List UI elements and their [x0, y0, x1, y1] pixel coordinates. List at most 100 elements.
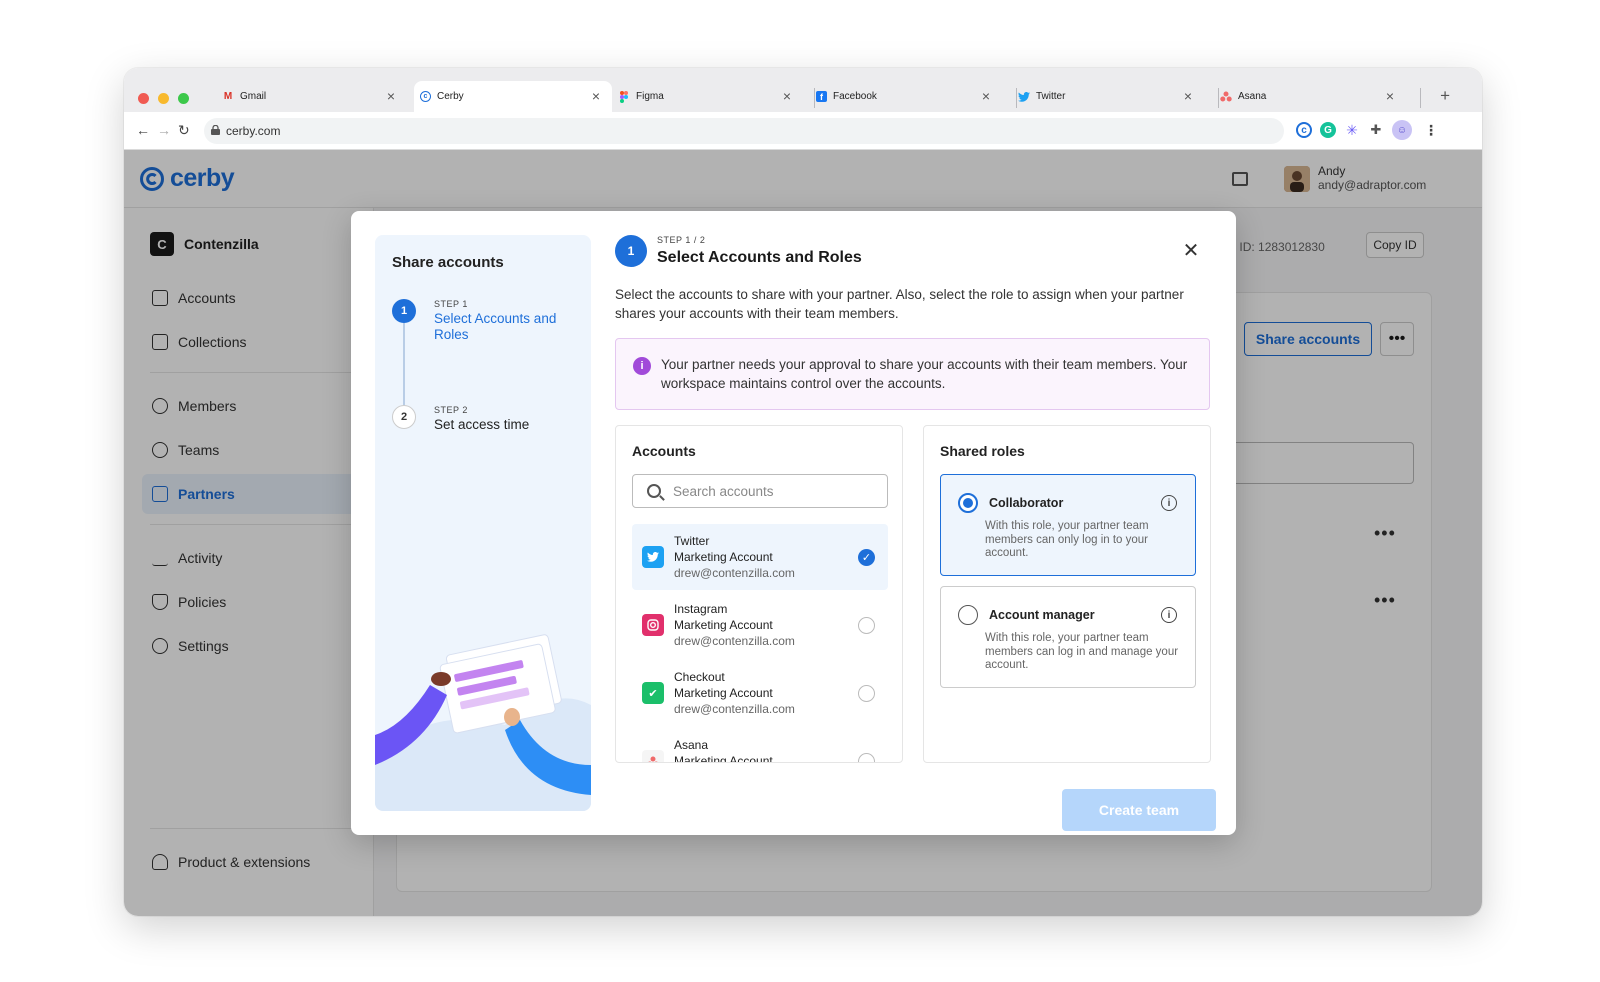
- tab-label: Figma: [636, 91, 664, 102]
- account-name: Twitter: [674, 534, 710, 548]
- role-radio[interactable]: [958, 493, 978, 513]
- account-email: drew@contenzilla.com: [674, 702, 795, 716]
- tab-cerby[interactable]: c Cerby ×: [414, 81, 612, 112]
- lock-icon: [211, 125, 220, 135]
- role-radio[interactable]: [958, 605, 978, 625]
- step-1-indicator: 1: [392, 299, 416, 323]
- tab-twitter[interactable]: Twitter ×: [1018, 81, 1204, 112]
- role-card-collaborator[interactable]: Collaborator i With this role, your part…: [940, 474, 1196, 576]
- share-accounts-modal: Share accounts 1 STEP 1 Select Accounts …: [351, 211, 1236, 835]
- account-email: drew@contenzilla.com: [674, 634, 795, 648]
- accounts-panel: Accounts Search accounts Twitter Marketi…: [615, 425, 903, 763]
- instagram-icon: [642, 614, 664, 636]
- roles-panel: Shared roles Collaborator i With this ro…: [923, 425, 1211, 763]
- checkout-icon: ✔: [642, 682, 664, 704]
- cerby-extension-icon[interactable]: c: [1296, 122, 1312, 138]
- account-radio[interactable]: [858, 753, 875, 762]
- tab-separator: [1420, 88, 1421, 108]
- minimize-window-button[interactable]: [158, 93, 169, 104]
- steps-panel: Share accounts 1 STEP 1 Select Accounts …: [375, 235, 591, 811]
- new-tab-button[interactable]: +: [1440, 86, 1450, 106]
- close-icon[interactable]: ✕: [1181, 241, 1201, 261]
- puzzle-icon[interactable]: ✚: [1368, 122, 1384, 138]
- close-icon[interactable]: ×: [1184, 88, 1192, 104]
- asana-icon: [1220, 91, 1232, 103]
- accounts-title: Accounts: [632, 443, 696, 459]
- step-1-label[interactable]: Select Accounts and Roles: [434, 311, 579, 343]
- handoff-illustration: [375, 634, 591, 811]
- role-description: With this role, your partner team member…: [985, 632, 1179, 671]
- account-item-asana[interactable]: Asana Marketing Account: [632, 728, 888, 763]
- maximize-window-button[interactable]: [178, 93, 189, 104]
- figma-icon: [618, 90, 630, 103]
- account-name: Checkout: [674, 670, 725, 684]
- search-input[interactable]: Search accounts: [632, 474, 888, 508]
- role-name: Collaborator: [989, 496, 1064, 510]
- url-field[interactable]: cerby.com: [204, 118, 1284, 144]
- search-placeholder: Search accounts: [673, 483, 774, 499]
- role-name: Account manager: [989, 608, 1095, 622]
- cerby-icon: c: [420, 91, 431, 102]
- modal-title: Select Accounts and Roles: [657, 249, 862, 266]
- account-radio[interactable]: [858, 617, 875, 634]
- info-icon: i: [633, 357, 651, 375]
- account-email: drew@contenzilla.com: [674, 566, 795, 580]
- create-team-button[interactable]: Create team: [1062, 789, 1216, 831]
- account-item-twitter[interactable]: Twitter Marketing Account drew@contenzil…: [632, 524, 888, 590]
- tab-label: Cerby: [437, 91, 464, 102]
- account-type: Marketing Account: [674, 550, 773, 564]
- role-card-account-manager[interactable]: Account manager i With this role, your p…: [940, 586, 1196, 688]
- info-icon[interactable]: i: [1161, 495, 1177, 511]
- roles-title: Shared roles: [940, 443, 1025, 459]
- step-counter: STEP 1 / 2: [657, 235, 706, 245]
- account-name: Asana: [674, 738, 709, 752]
- tab-gmail[interactable]: M Gmail ×: [222, 81, 407, 112]
- tab-asana[interactable]: Asana ×: [1220, 81, 1406, 112]
- checkmark-icon[interactable]: ✓: [858, 549, 875, 566]
- approval-alert: i Your partner needs your approval to sh…: [615, 338, 1210, 410]
- role-description: With this role, your partner team member…: [985, 520, 1149, 559]
- close-icon[interactable]: ×: [982, 88, 990, 104]
- window-controls: [138, 93, 189, 104]
- alert-text: Your partner needs your approval to shar…: [661, 357, 1188, 391]
- close-icon[interactable]: ×: [387, 88, 395, 104]
- sparkle-extension-icon[interactable]: ✳: [1344, 122, 1360, 138]
- close-icon[interactable]: ×: [783, 88, 791, 104]
- account-radio[interactable]: [858, 685, 875, 702]
- step-connector: [403, 323, 405, 405]
- twitter-icon: [1018, 91, 1030, 103]
- account-type: Marketing Account: [674, 754, 773, 763]
- tab-label: Asana: [1238, 91, 1267, 102]
- tab-separator: [1218, 88, 1219, 108]
- profile-avatar-icon[interactable]: ☺: [1392, 120, 1412, 140]
- current-step-indicator: 1: [615, 235, 647, 267]
- account-item-instagram[interactable]: Instagram Marketing Account drew@contenz…: [632, 592, 888, 658]
- tab-bar: M Gmail × c Cerby × Figma × f Facebook ×: [124, 68, 1482, 112]
- tab-label: Gmail: [240, 91, 267, 102]
- tab-label: Facebook: [833, 91, 877, 102]
- info-icon[interactable]: i: [1161, 607, 1177, 623]
- tab-label: Twitter: [1036, 91, 1066, 102]
- kebab-menu-icon[interactable]: ⋮: [1424, 122, 1438, 139]
- close-icon[interactable]: ×: [592, 88, 600, 104]
- forward-arrow-icon[interactable]: →: [157, 122, 171, 138]
- modal-description: Select the accounts to share with your p…: [615, 287, 1184, 321]
- twitter-icon: [642, 546, 664, 568]
- reload-icon[interactable]: ↻: [178, 122, 190, 139]
- close-icon[interactable]: ×: [1386, 88, 1394, 104]
- account-type: Marketing Account: [674, 618, 773, 632]
- gmail-icon: M: [223, 91, 233, 102]
- account-item-checkout[interactable]: ✔ Checkout Marketing Account drew@conten…: [632, 660, 888, 726]
- tab-figma[interactable]: Figma ×: [618, 81, 803, 112]
- close-window-button[interactable]: [138, 93, 149, 104]
- step-2-caption: STEP 2: [434, 405, 468, 415]
- tab-separator: [814, 88, 815, 108]
- account-type: Marketing Account: [674, 686, 773, 700]
- grammarly-icon[interactable]: G: [1320, 122, 1336, 138]
- steps-title: Share accounts: [392, 254, 504, 271]
- step-2-label[interactable]: Set access time: [434, 417, 529, 433]
- step-2-indicator: 2: [392, 405, 416, 429]
- step-1-caption: STEP 1: [434, 299, 468, 309]
- tab-facebook[interactable]: f Facebook ×: [816, 81, 1002, 112]
- back-arrow-icon[interactable]: ←: [136, 122, 150, 138]
